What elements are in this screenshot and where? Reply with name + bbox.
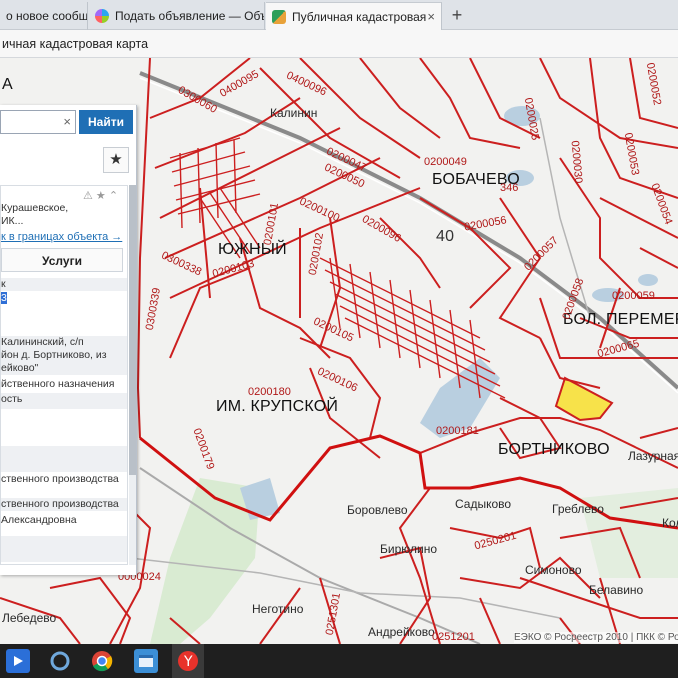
parcel-number: 0200049 xyxy=(424,156,467,168)
parcel-number: 0251201 xyxy=(432,631,475,643)
attr-block xyxy=(1,446,127,472)
attr-row: ейково" xyxy=(1,362,127,375)
place-label: ЮЖНЫЙ xyxy=(218,241,287,258)
attr-row: ственного производства xyxy=(1,498,127,511)
card-status-icons[interactable]: ⚠ ★ ⌃ xyxy=(83,190,127,203)
attr-row: Александровна xyxy=(1,514,77,526)
place-label: БОЛ. ПЕРЕМЕРКИ xyxy=(563,311,678,328)
attr-row: йон д. Бортниково, из xyxy=(1,349,127,362)
scrollbar-thumb[interactable] xyxy=(129,185,136,475)
parcel-number: 0200181 xyxy=(436,425,479,437)
place-label: Кол xyxy=(662,516,678,530)
place-label: Андрейково xyxy=(368,625,435,639)
tab-close-icon[interactable]: × xyxy=(427,9,435,24)
tab-label: Публичная кадастровая xyxy=(292,9,427,24)
road-number-label: 40 xyxy=(436,228,455,245)
place-label: Греблево xyxy=(552,502,604,516)
address-bar[interactable]: ичная кадастровая карта xyxy=(0,30,678,58)
parcel-number: 346 xyxy=(500,182,519,194)
place-label: Садыково xyxy=(455,497,512,511)
tab-label: о новое сообще xyxy=(6,9,88,23)
new-tab-button[interactable]: + xyxy=(446,4,468,26)
yandex-browser-icon[interactable]: Y xyxy=(172,644,204,678)
page-title: ичная кадастровая карта xyxy=(2,37,149,51)
attr-row: к xyxy=(1,278,127,291)
place-label: Лебедево xyxy=(2,611,57,625)
place-label: А xyxy=(2,76,13,93)
object-card: Курашевское, ИК... ⚠ ★ ⌃ к в границах об… xyxy=(0,185,128,565)
tab-label: Подать объявление — Объ xyxy=(115,9,265,23)
chrome-icon[interactable] xyxy=(90,649,114,673)
attr-row: Калининский, с/п xyxy=(1,336,127,349)
map-copyright: ЕЭКО © Росреестр 2010 | ПКК © Росреестр xyxy=(514,632,678,643)
favorites-star-button[interactable]: ★ xyxy=(103,147,129,173)
card-subheader: ИК... xyxy=(1,215,24,227)
panel-scrollbar[interactable] xyxy=(129,185,136,565)
rosreestr-favicon-icon xyxy=(272,9,286,24)
window-app-icon[interactable] xyxy=(134,649,158,673)
media-player-icon[interactable] xyxy=(6,649,30,673)
services-button[interactable]: Услуги xyxy=(1,248,123,272)
tab-post-ad[interactable]: Подать объявление — Объ xyxy=(89,2,265,30)
place-label: БОРТНИКОВО xyxy=(498,441,610,458)
place-label: Неготино xyxy=(252,602,304,616)
browser-ring-icon[interactable] xyxy=(48,649,72,673)
tab-cadastral-map[interactable]: Публичная кадастровая × xyxy=(266,2,442,30)
attr-row: йственного назначения xyxy=(1,378,115,390)
object-boundary-link[interactable]: к в границах объекта → xyxy=(1,231,127,244)
card-header: Курашевское, xyxy=(1,202,69,214)
parcel-number: 0200059 xyxy=(612,290,655,302)
avito-favicon-icon xyxy=(95,9,109,23)
place-label: Бирюлино xyxy=(380,542,437,556)
clear-search-icon[interactable]: × xyxy=(63,114,71,129)
cadastral-number-value[interactable]: 3 xyxy=(1,292,7,304)
object-info-panel: × Найти ★ Курашевское, ИК... ⚠ ★ ⌃ к в г… xyxy=(0,105,137,575)
windows-taskbar: Y xyxy=(0,644,678,678)
attr-row: ость xyxy=(1,393,127,409)
svg-text:Y: Y xyxy=(183,654,193,670)
browser-tab-bar: о новое сообще Подать объявление — Объ П… xyxy=(0,0,678,30)
attr-row: ственного производства xyxy=(1,473,119,485)
pond xyxy=(638,274,658,286)
place-label: Симоново xyxy=(525,563,582,577)
place-label: ИМ. КРУПСКОЙ xyxy=(216,398,339,415)
tab-messages[interactable]: о новое сообще xyxy=(0,2,88,30)
place-label: Лазурная xyxy=(628,449,678,463)
attr-block xyxy=(1,536,127,562)
place-label: Калинин xyxy=(270,106,318,120)
search-input[interactable]: × xyxy=(0,110,76,134)
place-label: Боровлево xyxy=(347,503,408,517)
place-label: Белавино xyxy=(589,583,644,597)
find-button[interactable]: Найти xyxy=(79,110,133,134)
attr-row: 3 xyxy=(1,292,127,305)
parcel-number: 0200180 xyxy=(248,386,291,398)
